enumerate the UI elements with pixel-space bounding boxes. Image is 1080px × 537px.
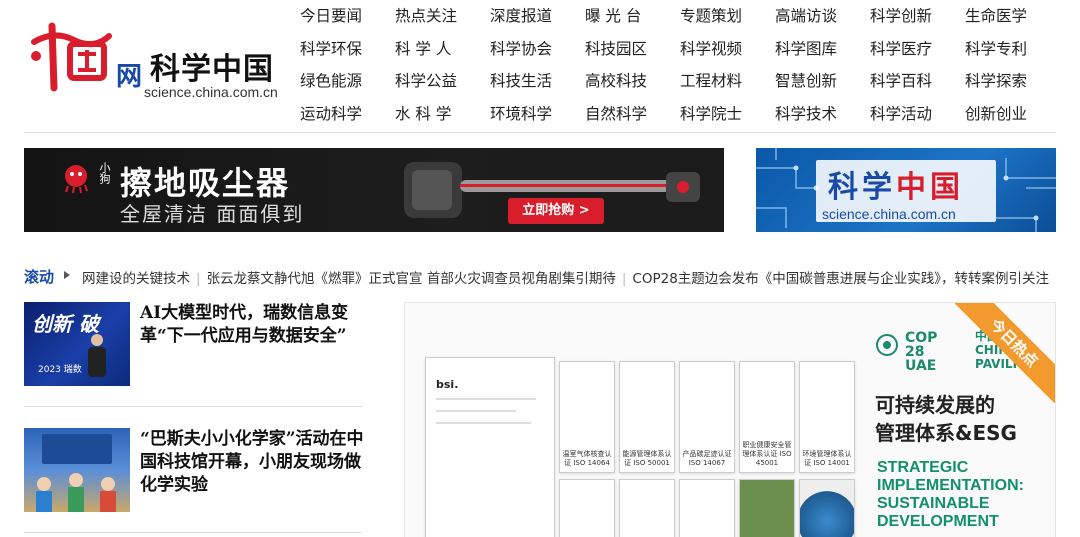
nav-item[interactable]: 绿色能源 (300, 69, 395, 102)
site-logo[interactable]: 网 科学中国 science.china.com.cn (24, 16, 294, 106)
nav-item[interactable]: 科学图库 (775, 37, 870, 70)
nav-item[interactable]: 生命医学 (965, 4, 1060, 37)
nav-item[interactable]: 科技生活 (490, 69, 585, 102)
nav-item[interactable]: 自然科学 (585, 102, 680, 135)
news-item[interactable]: 创新 破 2023 瑞数 AI大模型时代，瑞数信息变革“下一代应用与数据安全” (24, 302, 364, 412)
ticker-item[interactable]: 网建设的关键技术 (82, 271, 190, 287)
feature-title-line2: 管理体系&ESG (875, 421, 1017, 445)
landscape-card (739, 479, 795, 537)
nav-item[interactable]: 科学协会 (490, 37, 585, 70)
nav-item[interactable]: 环境科学 (490, 102, 585, 135)
nav-item[interactable]: 专题策划 (680, 4, 775, 37)
ticker-separator: | (196, 271, 201, 287)
feature-en-line: SUSTAINABLE (877, 495, 990, 512)
certificate-card: 环境管理体系认证 ISO 14001 (799, 361, 855, 473)
news-divider (24, 406, 362, 407)
certificate-card: 能源管理体系认证 ISO 50001 (619, 361, 675, 473)
logo-title: 科学中国 (150, 52, 274, 87)
nav-item[interactable]: 科技园区 (585, 37, 680, 70)
header-divider (24, 132, 1056, 133)
cert-label: 温室气体核查认证 ISO 14064 (562, 450, 612, 467)
nav-item[interactable]: 高端访谈 (775, 4, 870, 37)
nav-item[interactable]: 科学专利 (965, 37, 1060, 70)
ad-subheadline: 全屋清洁 面面俱到 (120, 202, 305, 226)
ticker-separator: | (621, 271, 627, 287)
news-title[interactable]: AI大模型时代，瑞数信息变革“下一代应用与数据安全” (140, 302, 364, 348)
hot-ribbon-label: 今日热点 (955, 303, 1055, 403)
logo-domain: science.china.com.cn (144, 84, 278, 100)
nav-item[interactable]: 深度报道 (490, 4, 585, 37)
nav-item[interactable]: 智慧创新 (775, 69, 870, 102)
ticker-label: 滚动 (24, 268, 55, 286)
cert-line (436, 398, 536, 400)
nav-item[interactable]: 科学探索 (965, 69, 1060, 102)
ad-brand-name: 小狗 (98, 162, 111, 184)
feature-en-line: IMPLEMENTATION: (877, 477, 1024, 494)
nav-item[interactable]: 创新创业 (965, 102, 1060, 135)
feature-banner[interactable]: bsi. 温室气体核查认证 ISO 14064 能源管理体系认证 ISO 500… (404, 302, 1056, 537)
banner-title-part1: 科学 (828, 170, 896, 205)
nav-item[interactable]: 科学活动 (870, 102, 965, 135)
nav-item[interactable]: 热点关注 (395, 4, 490, 37)
nav-item[interactable]: 科学技术 (775, 102, 870, 135)
certificate-card: 产品碳足迹认证 ISO 14067 (679, 361, 735, 473)
cert-label: 产品碳足迹认证 ISO 14067 (682, 450, 732, 467)
nav-item[interactable]: 科学医疗 (870, 37, 965, 70)
nav-item[interactable]: 工程材料 (680, 69, 775, 102)
hot-ribbon: 今日热点 (955, 303, 1055, 403)
thumb-subtext: 2023 瑞数 (38, 365, 82, 375)
nav-item[interactable]: 今日要闻 (300, 4, 395, 37)
china-logo-icon (31, 22, 112, 92)
nav-item[interactable]: 科 学 人 (395, 37, 490, 70)
children-event-icon (36, 434, 116, 512)
nav-item[interactable]: 科学公益 (395, 69, 490, 102)
science-china-banner[interactable]: 科学中国 science.china.com.cn (756, 148, 1056, 232)
certificate-card (559, 479, 615, 537)
feature-title-en: STRATEGIC IMPLEMENTATION: SUSTAINABLE DE… (877, 459, 1024, 531)
certificate-card: 职业健康安全管理体系认证 ISO 45001 (739, 361, 795, 473)
ticker-item[interactable]: 张云龙蔡文静代旭《燃罪》正式官宣 首部火灾调查员视角剧集引期待 (207, 271, 616, 287)
certificate-card: 温室气体核查认证 ISO 14064 (559, 361, 615, 473)
nav-item[interactable]: 科学百科 (870, 69, 965, 102)
certificate-card: bsi. (425, 357, 555, 537)
speaker-figure-icon (88, 334, 106, 377)
news-divider (24, 532, 362, 533)
nav-item[interactable]: 曝 光 台 (585, 4, 680, 37)
banner-title-part2: 中国 (896, 170, 964, 205)
nav-item[interactable]: 科学视频 (680, 37, 775, 70)
news-thumbnail[interactable]: 创新 破 2023 瑞数 (24, 302, 130, 386)
cop28-logo-icon (876, 334, 898, 356)
ad-buy-button[interactable]: 立即抢购 > (508, 198, 604, 224)
cert-label: 环境管理体系认证 ISO 14001 (802, 450, 852, 467)
nav-item[interactable]: 运动科学 (300, 102, 395, 135)
cop28-label: COP 28 UAE (905, 330, 938, 374)
ticker-arrow-icon (64, 271, 70, 279)
news-thumbnail[interactable] (24, 428, 130, 512)
banner-title: 科学中国 (828, 162, 964, 206)
ticker-items: 网建设的关键技术 | 张云龙蔡文静代旭《燃罪》正式官宣 首部火灾调查员视角剧集引期待… (82, 267, 1049, 287)
cert-line (436, 422, 531, 424)
feature-en-line: DEVELOPMENT (877, 513, 999, 530)
nav-item[interactable]: 科学环保 (300, 37, 395, 70)
certificate-card (619, 479, 675, 537)
scrolling-ticker: 滚动 网建设的关键技术 | 张云龙蔡文静代旭《燃罪》正式官宣 首部火灾调查员视角剧集… (24, 264, 1056, 288)
ticker-item[interactable]: COP28主题边会发布《中国碳普惠进展与企业实践》，转转案例引关注 (632, 271, 1049, 287)
news-title[interactable]: “巴斯夫小小化学家”活动在中国科技馆开幕，小朋友现场做化学实验 (140, 428, 364, 497)
globe-card (799, 479, 855, 537)
nav-item[interactable]: 水 科 学 (395, 102, 490, 135)
certificate-card (679, 479, 735, 537)
nav-item[interactable]: 高校科技 (585, 69, 680, 102)
bsi-logo-text: bsi. (436, 378, 459, 391)
nav-item[interactable]: 科学院士 (680, 102, 775, 135)
logo-wang-text: 网 (116, 62, 143, 92)
nav-item[interactable]: 科学创新 (870, 4, 965, 37)
banner-domain: science.china.com.cn (822, 206, 956, 222)
cert-label: 职业健康安全管理体系认证 ISO 45001 (742, 441, 792, 467)
news-item[interactable]: “巴斯夫小小化学家”活动在中国科技馆开幕，小朋友现场做化学实验 (24, 428, 364, 537)
vacuum-ad-banner[interactable]: 小狗 擦地吸尘器 全屋清洁 面面俱到 立即抢购 > (24, 148, 724, 232)
cert-line (436, 410, 516, 412)
feature-en-line: STRATEGIC (877, 459, 969, 476)
cert-label: 能源管理体系认证 ISO 50001 (622, 450, 672, 467)
main-nav: 今日要闻 热点关注 深度报道 曝 光 台 专题策划 高端访谈 科学创新 生命医学… (300, 4, 1060, 134)
